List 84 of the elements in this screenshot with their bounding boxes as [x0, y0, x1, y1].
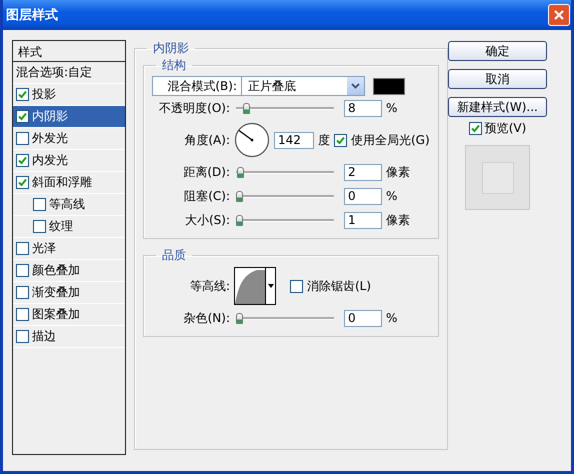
- blend-mode-dropdown[interactable]: 正片叠底: [241, 76, 365, 96]
- checkbox[interactable]: [16, 110, 29, 123]
- field-label: 等高线:: [188, 278, 230, 294]
- style-item[interactable]: 内发光: [13, 150, 125, 172]
- checkbox-label: 消除锯齿(L): [307, 278, 372, 294]
- field-label: 杂色(N):: [182, 310, 230, 326]
- close-button[interactable]: [548, 4, 570, 26]
- style-label: 投影: [32, 86, 56, 103]
- unit-label: 像素: [386, 164, 410, 180]
- style-item[interactable]: 斜面和浮雕: [13, 172, 125, 194]
- group-title: 结构: [161, 57, 187, 74]
- field-label: 不透明度(O):: [158, 100, 230, 116]
- group-title: 品质: [161, 247, 187, 264]
- style-label: 内发光: [32, 152, 68, 169]
- contour-picker[interactable]: [234, 267, 276, 305]
- style-label: 渐变叠加: [32, 284, 80, 301]
- window-title: 图层样式: [6, 7, 58, 24]
- checkbox[interactable]: [16, 286, 29, 299]
- style-item[interactable]: 颜色叠加: [13, 260, 125, 282]
- field-label: 角度(A):: [183, 132, 230, 148]
- value-field[interactable]: 0: [344, 310, 382, 326]
- dialog-button[interactable]: 取消: [448, 69, 547, 89]
- field-label: 大小(S):: [184, 212, 230, 228]
- checkbox[interactable]: [33, 198, 46, 211]
- unit-label: %: [386, 311, 398, 325]
- value-field[interactable]: 8: [344, 100, 382, 116]
- checkbox[interactable]: [16, 132, 29, 145]
- field-label: 混合模式(B):: [166, 78, 237, 94]
- checkbox[interactable]: [16, 308, 29, 321]
- checkbox[interactable]: [290, 280, 303, 292]
- style-label: 外发光: [32, 130, 68, 147]
- checkbox-label: 使用全局光(G): [351, 132, 430, 148]
- checkbox[interactable]: [33, 220, 46, 233]
- style-item[interactable]: 纹理: [13, 216, 125, 238]
- style-label: 纹理: [49, 218, 73, 235]
- style-label: 描边: [32, 328, 56, 345]
- group-title: 内阴影: [152, 40, 190, 57]
- checkbox[interactable]: [334, 134, 347, 146]
- style-label: 图案叠加: [32, 306, 80, 323]
- slider-thumb[interactable]: [236, 166, 244, 178]
- slider-thumb[interactable]: [236, 312, 243, 324]
- dialog-button[interactable]: 确定: [448, 41, 547, 61]
- style-label: 斜面和浮雕: [32, 174, 92, 191]
- dropdown-arrow-icon: [265, 268, 275, 304]
- style-label: 混合选项:自定: [16, 64, 92, 81]
- style-label: 光泽: [32, 240, 56, 257]
- checkbox[interactable]: [16, 264, 29, 277]
- close-icon: [553, 9, 565, 21]
- style-item[interactable]: 渐变叠加: [13, 282, 125, 304]
- style-item[interactable]: 外发光: [13, 128, 125, 150]
- style-item[interactable]: 图案叠加: [13, 304, 125, 326]
- dialog-button[interactable]: 新建样式(W)...: [448, 97, 547, 117]
- style-label: 内阴影: [32, 108, 68, 125]
- style-item[interactable]: 光泽: [13, 238, 125, 260]
- checkbox[interactable]: [468, 122, 482, 135]
- preview-thumbnail: [465, 145, 530, 210]
- unit-label: 度: [318, 132, 330, 148]
- field-label: 阻塞(C):: [183, 188, 230, 204]
- color-swatch[interactable]: [373, 78, 405, 94]
- checkbox[interactable]: [16, 176, 29, 189]
- list-header: 样式: [13, 41, 125, 62]
- checkbox[interactable]: [16, 330, 29, 343]
- slider-thumb[interactable]: [236, 214, 244, 226]
- value-field[interactable]: 1: [344, 212, 382, 228]
- slider-thumb[interactable]: [243, 102, 250, 114]
- value-field[interactable]: 2: [344, 164, 382, 180]
- checkbox[interactable]: [16, 242, 29, 255]
- unit-label: %: [386, 189, 398, 203]
- unit-label: %: [386, 101, 398, 115]
- style-item[interactable]: 混合选项:自定: [13, 62, 125, 84]
- field-label: 距离(D):: [182, 164, 230, 180]
- unit-label: 像素: [386, 212, 410, 228]
- checkbox-label: 预览(V): [484, 120, 526, 137]
- angle-dial-icon[interactable]: [234, 122, 270, 158]
- slider-thumb[interactable]: [236, 190, 243, 202]
- checkbox[interactable]: [16, 88, 29, 101]
- style-label: 颜色叠加: [32, 262, 80, 279]
- style-item[interactable]: 描边: [13, 326, 125, 348]
- style-item[interactable]: 等高线: [13, 194, 125, 216]
- value-field[interactable]: 0: [344, 188, 382, 204]
- checkbox[interactable]: [16, 154, 29, 167]
- value-field[interactable]: 142: [274, 132, 314, 148]
- style-label: 等高线: [49, 196, 85, 213]
- style-item[interactable]: 内阴影: [13, 106, 125, 128]
